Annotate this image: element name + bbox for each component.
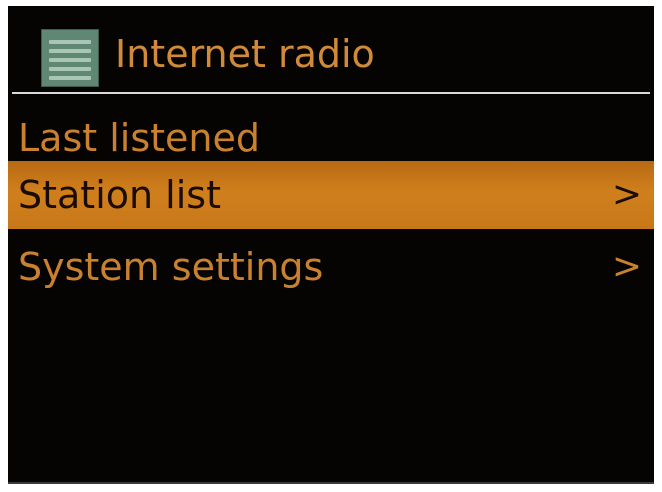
page-title: Internet radio bbox=[115, 32, 375, 76]
menu-list-icon bbox=[41, 29, 99, 87]
menu-item-system-settings[interactable]: System settings > bbox=[8, 233, 654, 301]
menu-line bbox=[49, 67, 91, 71]
menu-item-label: Last listened bbox=[18, 116, 261, 160]
header-divider bbox=[12, 92, 650, 94]
bottom-divider bbox=[8, 482, 654, 484]
menu-line bbox=[49, 40, 91, 44]
header: Internet radio bbox=[8, 6, 654, 94]
menu-item-station-list[interactable]: Station list > bbox=[8, 161, 654, 229]
chevron-right-icon: > bbox=[611, 174, 642, 215]
menu-line bbox=[49, 76, 91, 80]
menu-line bbox=[49, 58, 91, 62]
radio-display: Internet radio Last listened Station lis… bbox=[8, 6, 654, 484]
menu-item-label: System settings bbox=[18, 245, 324, 289]
menu-line bbox=[49, 49, 91, 53]
chevron-right-icon: > bbox=[611, 246, 642, 287]
device-frame: Internet radio Last listened Station lis… bbox=[0, 0, 662, 492]
menu-item-label: Station list bbox=[18, 173, 221, 217]
